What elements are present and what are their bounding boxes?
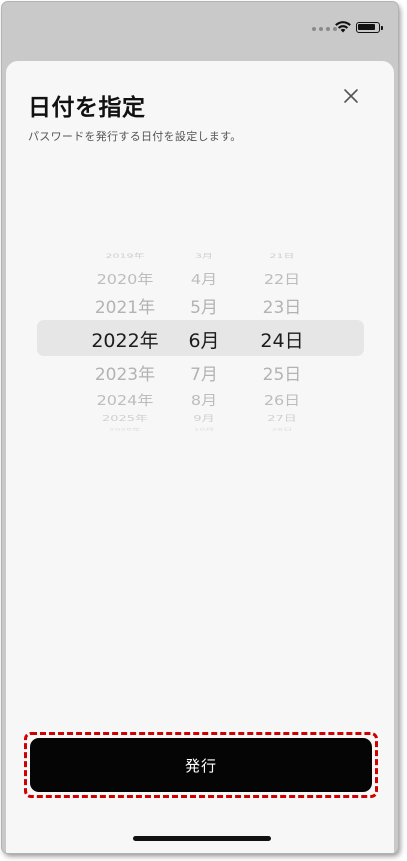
year-option[interactable]: 2026年 — [80, 427, 170, 432]
month-option[interactable]: 10月 — [174, 427, 234, 432]
day-option[interactable]: 21日 — [242, 252, 322, 261]
month-option[interactable]: 7月 — [174, 360, 234, 385]
day-wheel[interactable]: 21日 22日 23日 24日 25日 26日 27日 28日 — [242, 246, 322, 432]
phone-screen: 日付を指定 パスワードを発行する日付を設定します。 2019年 2020年 20… — [2, 2, 398, 853]
day-option[interactable]: 26日 — [242, 389, 322, 409]
wifi-icon — [335, 21, 351, 33]
date-picker[interactable]: 2019年 2020年 2021年 2022年 2023年 2024年 2025… — [6, 246, 394, 432]
year-option[interactable]: 2021年 — [80, 293, 170, 318]
year-option[interactable]: 2019年 — [80, 252, 170, 261]
year-option[interactable]: 2025年 — [80, 412, 170, 423]
day-option[interactable]: 28日 — [242, 427, 322, 432]
month-option[interactable]: 9月 — [174, 412, 234, 423]
day-option[interactable]: 25日 — [242, 360, 322, 385]
status-bar — [2, 2, 398, 58]
year-option[interactable]: 2023年 — [80, 360, 170, 385]
date-sheet: 日付を指定 パスワードを発行する日付を設定します。 2019年 2020年 20… — [6, 61, 394, 853]
day-option[interactable]: 22日 — [242, 268, 322, 288]
home-indicator[interactable] — [133, 836, 271, 841]
month-option[interactable]: 8月 — [174, 389, 234, 409]
page-title: 日付を指定 — [28, 95, 146, 121]
month-option[interactable]: 4月 — [174, 268, 234, 288]
year-option[interactable]: 2020年 — [80, 268, 170, 288]
battery-icon — [356, 22, 383, 33]
month-option[interactable]: 3月 — [174, 252, 234, 261]
month-option[interactable]: 5月 — [174, 293, 234, 318]
day-selected[interactable]: 24日 — [242, 326, 322, 353]
year-option[interactable]: 2024年 — [80, 389, 170, 409]
issue-button[interactable]: 発行 — [30, 738, 372, 792]
close-icon[interactable] — [342, 87, 360, 105]
description-text: パスワードを発行する日付を設定します。 — [28, 130, 242, 143]
month-selected[interactable]: 6月 — [174, 326, 234, 353]
day-option[interactable]: 23日 — [242, 293, 322, 318]
month-wheel[interactable]: 3月 4月 5月 6月 7月 8月 9月 10月 — [174, 246, 234, 432]
year-wheel[interactable]: 2019年 2020年 2021年 2022年 2023年 2024年 2025… — [80, 246, 170, 432]
day-option[interactable]: 27日 — [242, 412, 322, 423]
year-selected[interactable]: 2022年 — [80, 326, 170, 353]
